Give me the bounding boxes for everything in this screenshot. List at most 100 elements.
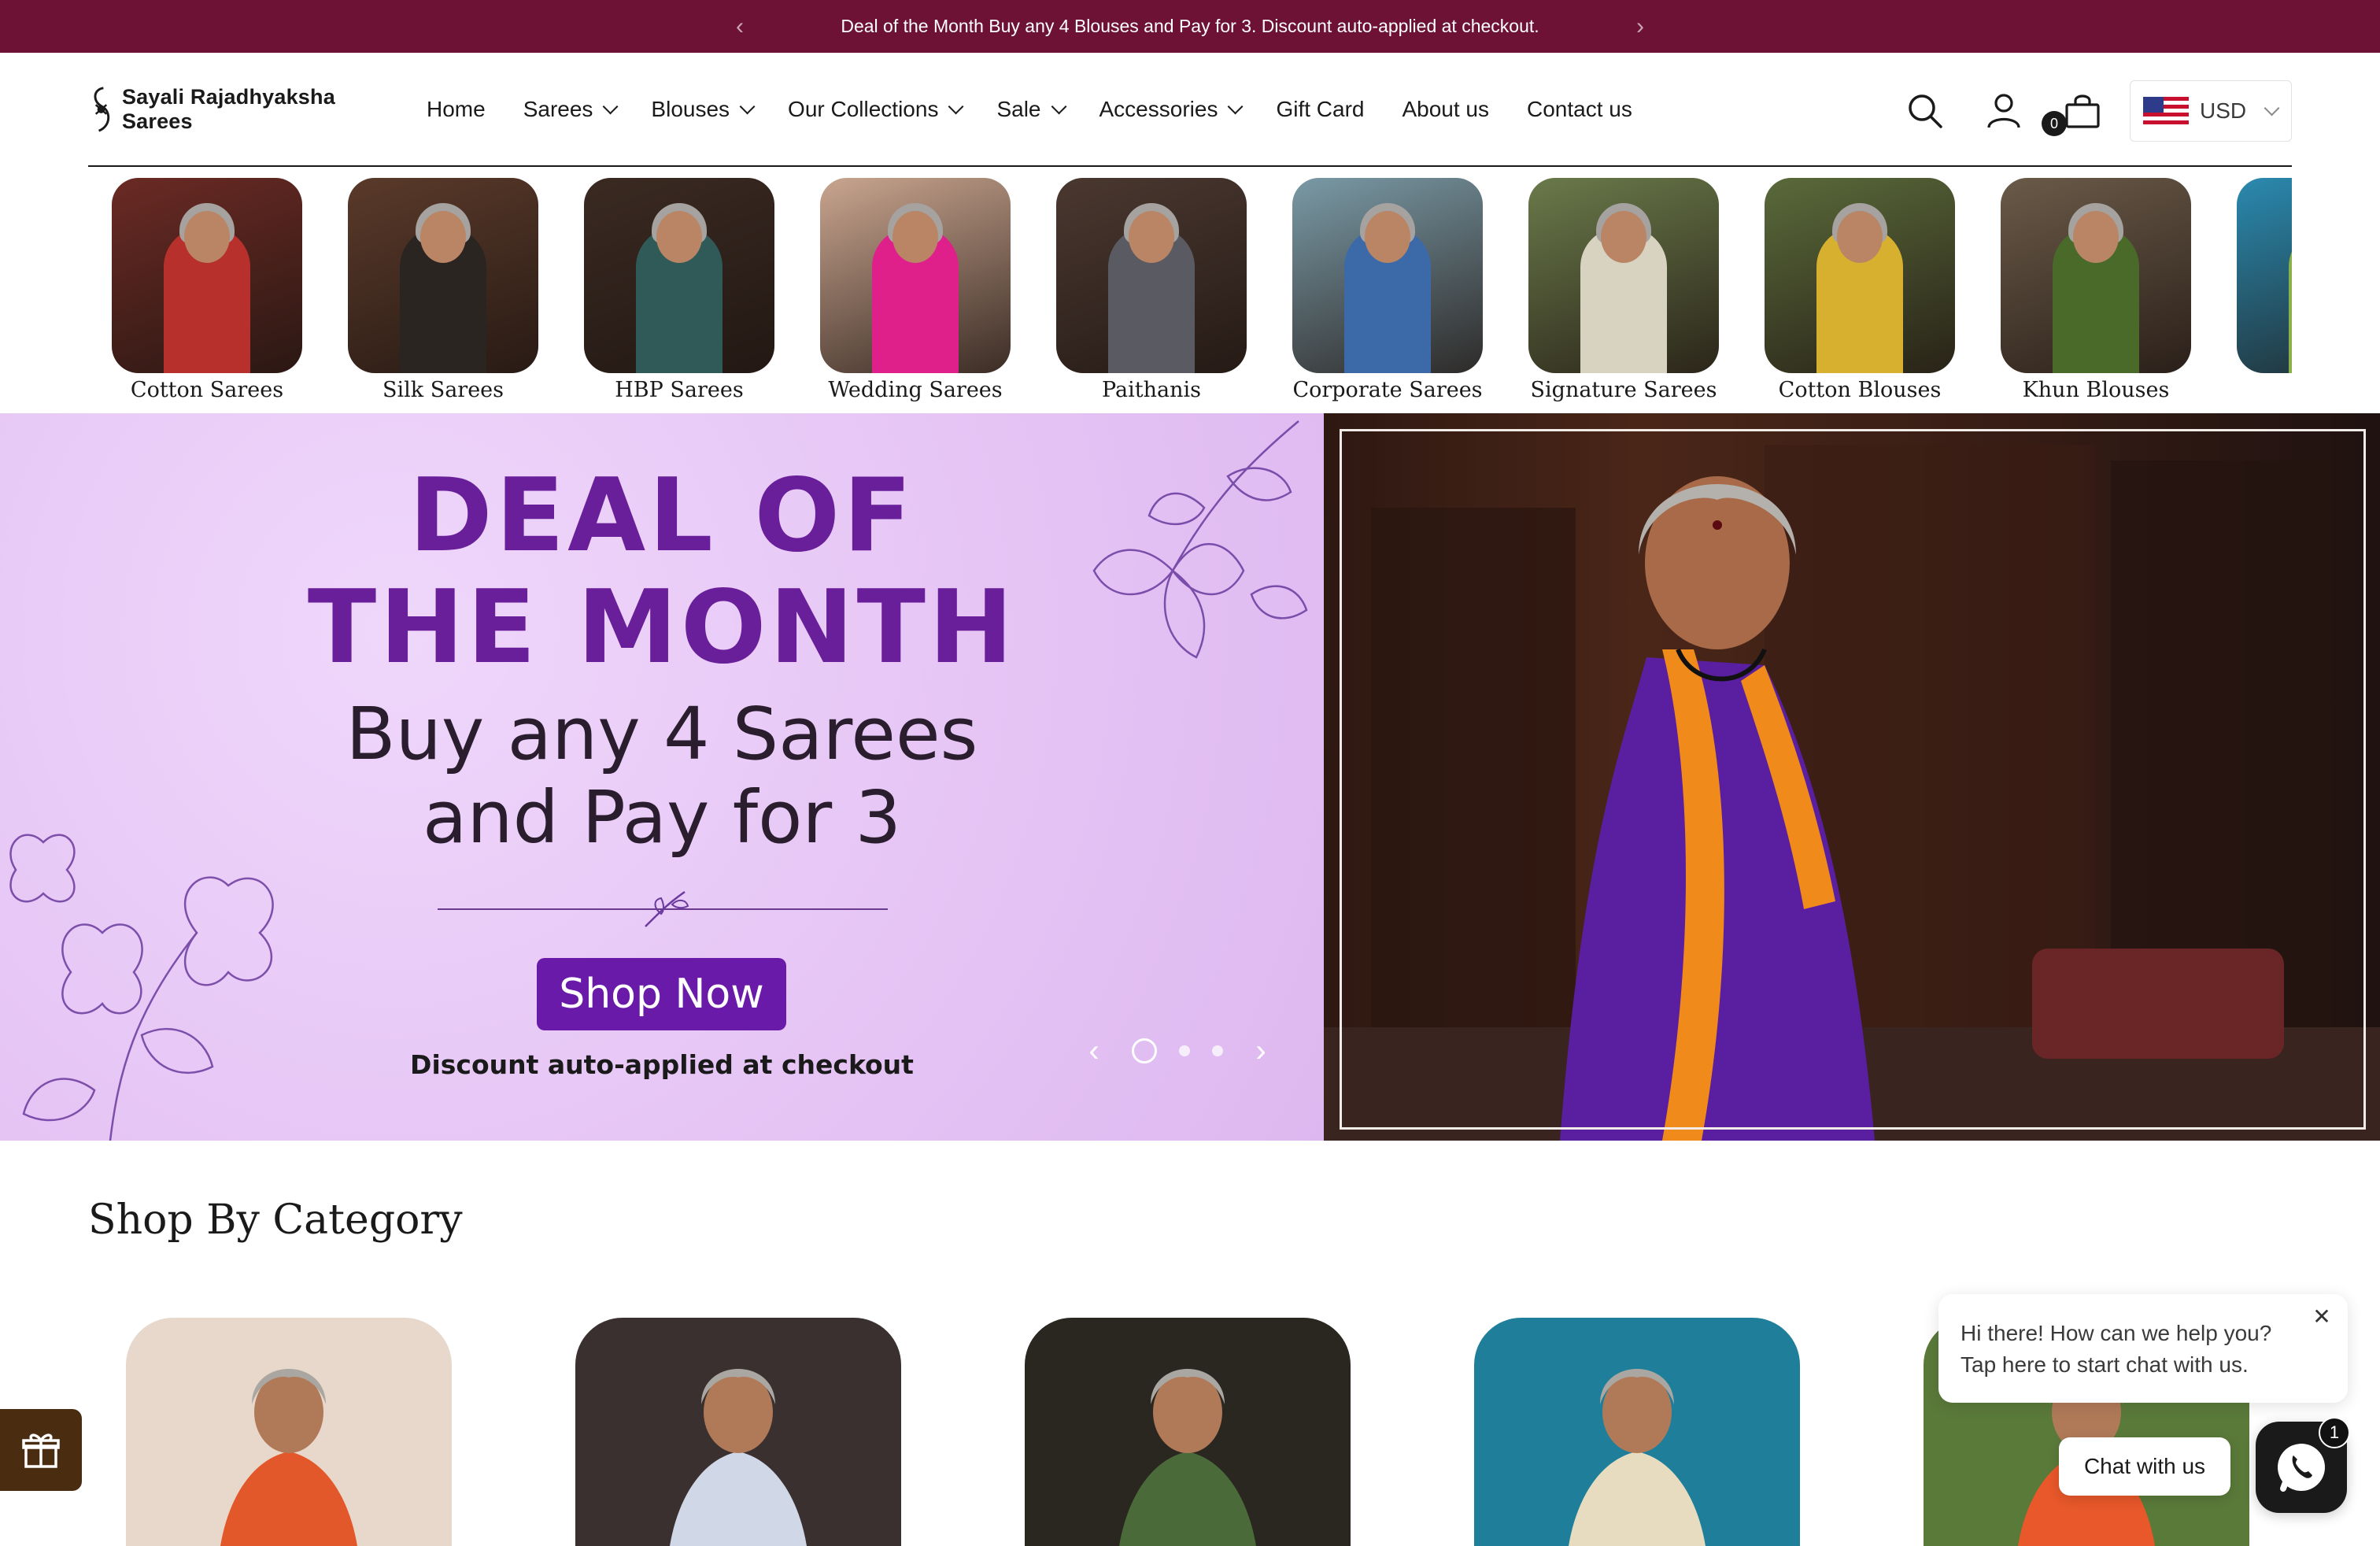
category-label: Cotton Sarees [130,378,284,402]
category-photo-image [1119,1369,1256,1546]
category-label: Khun Blouses [2022,378,2170,402]
category-thumbnail-image [584,178,774,373]
hero-banner[interactable]: DEAL OF THE MONTH Buy any 4 Sarees and P… [0,413,1324,1141]
category-label: Paithanis [1102,378,1201,402]
slider-dot-2[interactable] [1179,1045,1190,1056]
nav-item-our-collections[interactable]: Our Collections [769,86,978,133]
brand-logo[interactable]: Sayali Rajadhyaksha Sarees [88,84,403,135]
hero-photo[interactable] [1324,413,2380,1141]
nav-item-label: About us [1402,96,1489,121]
category-item[interactable]: Cotton Blouses [1763,178,1957,402]
logo-mark-icon [94,86,110,131]
category-thumbnail-image [1765,178,1955,373]
ornament-sprig-icon [645,890,689,927]
category-photo-image [1569,1369,1706,1546]
account-button[interactable] [1964,80,2043,142]
gift-icon [22,1433,60,1468]
cart-button[interactable]: 0 [2042,80,2122,142]
category-photo-image [220,1369,357,1546]
category-item[interactable]: Silk Sarees [346,178,540,402]
shop-category-card[interactable] [575,1318,901,1546]
category-thumbnail-image [112,178,302,373]
announcement-prev-icon[interactable]: ‹ [716,0,763,53]
category-item[interactable]: Ac [2235,178,2292,402]
nav-item-label: Blouses [651,96,730,121]
hero-subtitle-line1: Buy any 4 Sarees [346,692,978,776]
category-item[interactable]: Cotton Sarees [110,178,304,402]
category-label: Cotton Blouses [1778,378,1942,402]
nav-item-label: Gift Card [1276,96,1365,121]
category-item[interactable]: HBP Sarees [582,178,776,402]
hero-title-line1: DEAL OF [408,457,915,575]
nav-item-blouses[interactable]: Blouses [632,86,769,133]
currency-selector[interactable]: USD [2130,80,2292,142]
shop-category-card[interactable] [126,1318,452,1546]
category-thumbnail-image [820,178,1011,373]
currency-code: USD [2200,98,2247,123]
brand-name: Sayali Rajadhyaksha Sarees [121,84,335,133]
nav-item-about-us[interactable]: About us [1383,86,1508,133]
shop-now-button[interactable]: Shop Now [537,958,786,1030]
slider-controls: ‹ › [1078,1034,1277,1068]
main-nav: Home Sarees Blouses Our Collections Sale Acce… [408,86,1651,133]
announcement-bar: ‹ Deal of the Month Buy any 4 Blouses an… [0,0,2380,53]
close-icon[interactable]: ✕ [2310,1304,2334,1329]
slider-dot-1[interactable] [1132,1038,1157,1063]
category-label: Signature Sarees [1530,378,1717,402]
nav-item-label: Contact us [1527,96,1632,121]
announcement-next-icon[interactable]: › [1617,0,1664,53]
category-strip: Cotton Sarees Silk Sarees HBP Sarees Weddin… [88,167,2292,412]
hero-subtitle-line2: and Pay for 3 [422,775,902,860]
nav-item-label: Home [427,96,486,121]
nav-item-contact-us[interactable]: Contact us [1508,86,1651,133]
nav-item-sale[interactable]: Sale [978,86,1080,133]
chevron-down-icon [1051,98,1066,114]
category-thumbnail-image [1528,178,1719,373]
category-item[interactable]: Khun Blouses [1999,178,2193,402]
category-item[interactable]: Wedding Sarees [819,178,1012,402]
search-button[interactable] [1886,80,1964,142]
chat-greeting-line1: Hi there! How can we help you? [1961,1321,2272,1345]
chevron-down-icon [948,98,964,114]
site-header: Sayali Rajadhyaksha Sarees Home Sarees Blo… [88,53,2292,167]
nav-item-label: Sarees [523,96,593,121]
category-thumbnail-image [1056,178,1247,373]
hero-photo-frame [1340,429,2366,1130]
category-label: Corporate Sarees [1292,378,1483,402]
nav-item-gift-card[interactable]: Gift Card [1257,86,1383,133]
chevron-down-icon [1228,98,1244,114]
slider-dot-3[interactable] [1212,1045,1223,1056]
category-thumbnail-image [1292,178,1483,373]
nav-item-label: Accessories [1099,96,1218,121]
nav-item-label: Sale [996,96,1041,121]
nav-item-sarees[interactable]: Sarees [504,86,633,133]
whatsapp-chat-icon [2278,1444,2325,1492]
search-icon [1909,94,1942,128]
shop-category-card[interactable] [1474,1318,1800,1546]
hero-title-line2: THE MONTH [307,569,1017,686]
shop-category-card[interactable] [1025,1318,1351,1546]
nav-item-label: Our Collections [788,96,939,121]
chat-with-us-button[interactable]: Chat with us [2059,1437,2230,1496]
chat-unread-badge: 1 [2319,1417,2350,1448]
chevron-down-icon [2264,100,2280,117]
category-label: Ac [2235,378,2292,402]
section-title-shop-by-category: Shop By Category [88,1196,463,1244]
slider-next-icon[interactable]: › [1245,1034,1277,1068]
announcement-text[interactable]: Deal of the Month Buy any 4 Blouses and … [841,16,1539,37]
shopping-bag-icon [2065,94,2100,128]
nav-item-home[interactable]: Home [408,86,504,133]
category-item[interactable]: Corporate Sarees [1291,178,1484,402]
cart-count-badge: 0 [2042,111,2067,136]
rewards-gift-button[interactable] [0,1409,82,1491]
category-item[interactable]: Signature Sarees [1527,178,1720,402]
nav-item-accessories[interactable]: Accessories [1081,86,1258,133]
slider-prev-icon[interactable]: ‹ [1078,1034,1110,1068]
category-label: HBP Sarees [615,378,744,402]
chat-greeting-bubble[interactable]: Hi there! How can we help you? Tap here … [1938,1294,2348,1403]
header-icons: 0 USD [1886,80,2292,142]
us-flag-icon [2143,97,2189,125]
category-thumbnail-image [2001,178,2191,373]
category-label: Silk Sarees [382,378,504,402]
category-item[interactable]: Paithanis [1055,178,1248,402]
